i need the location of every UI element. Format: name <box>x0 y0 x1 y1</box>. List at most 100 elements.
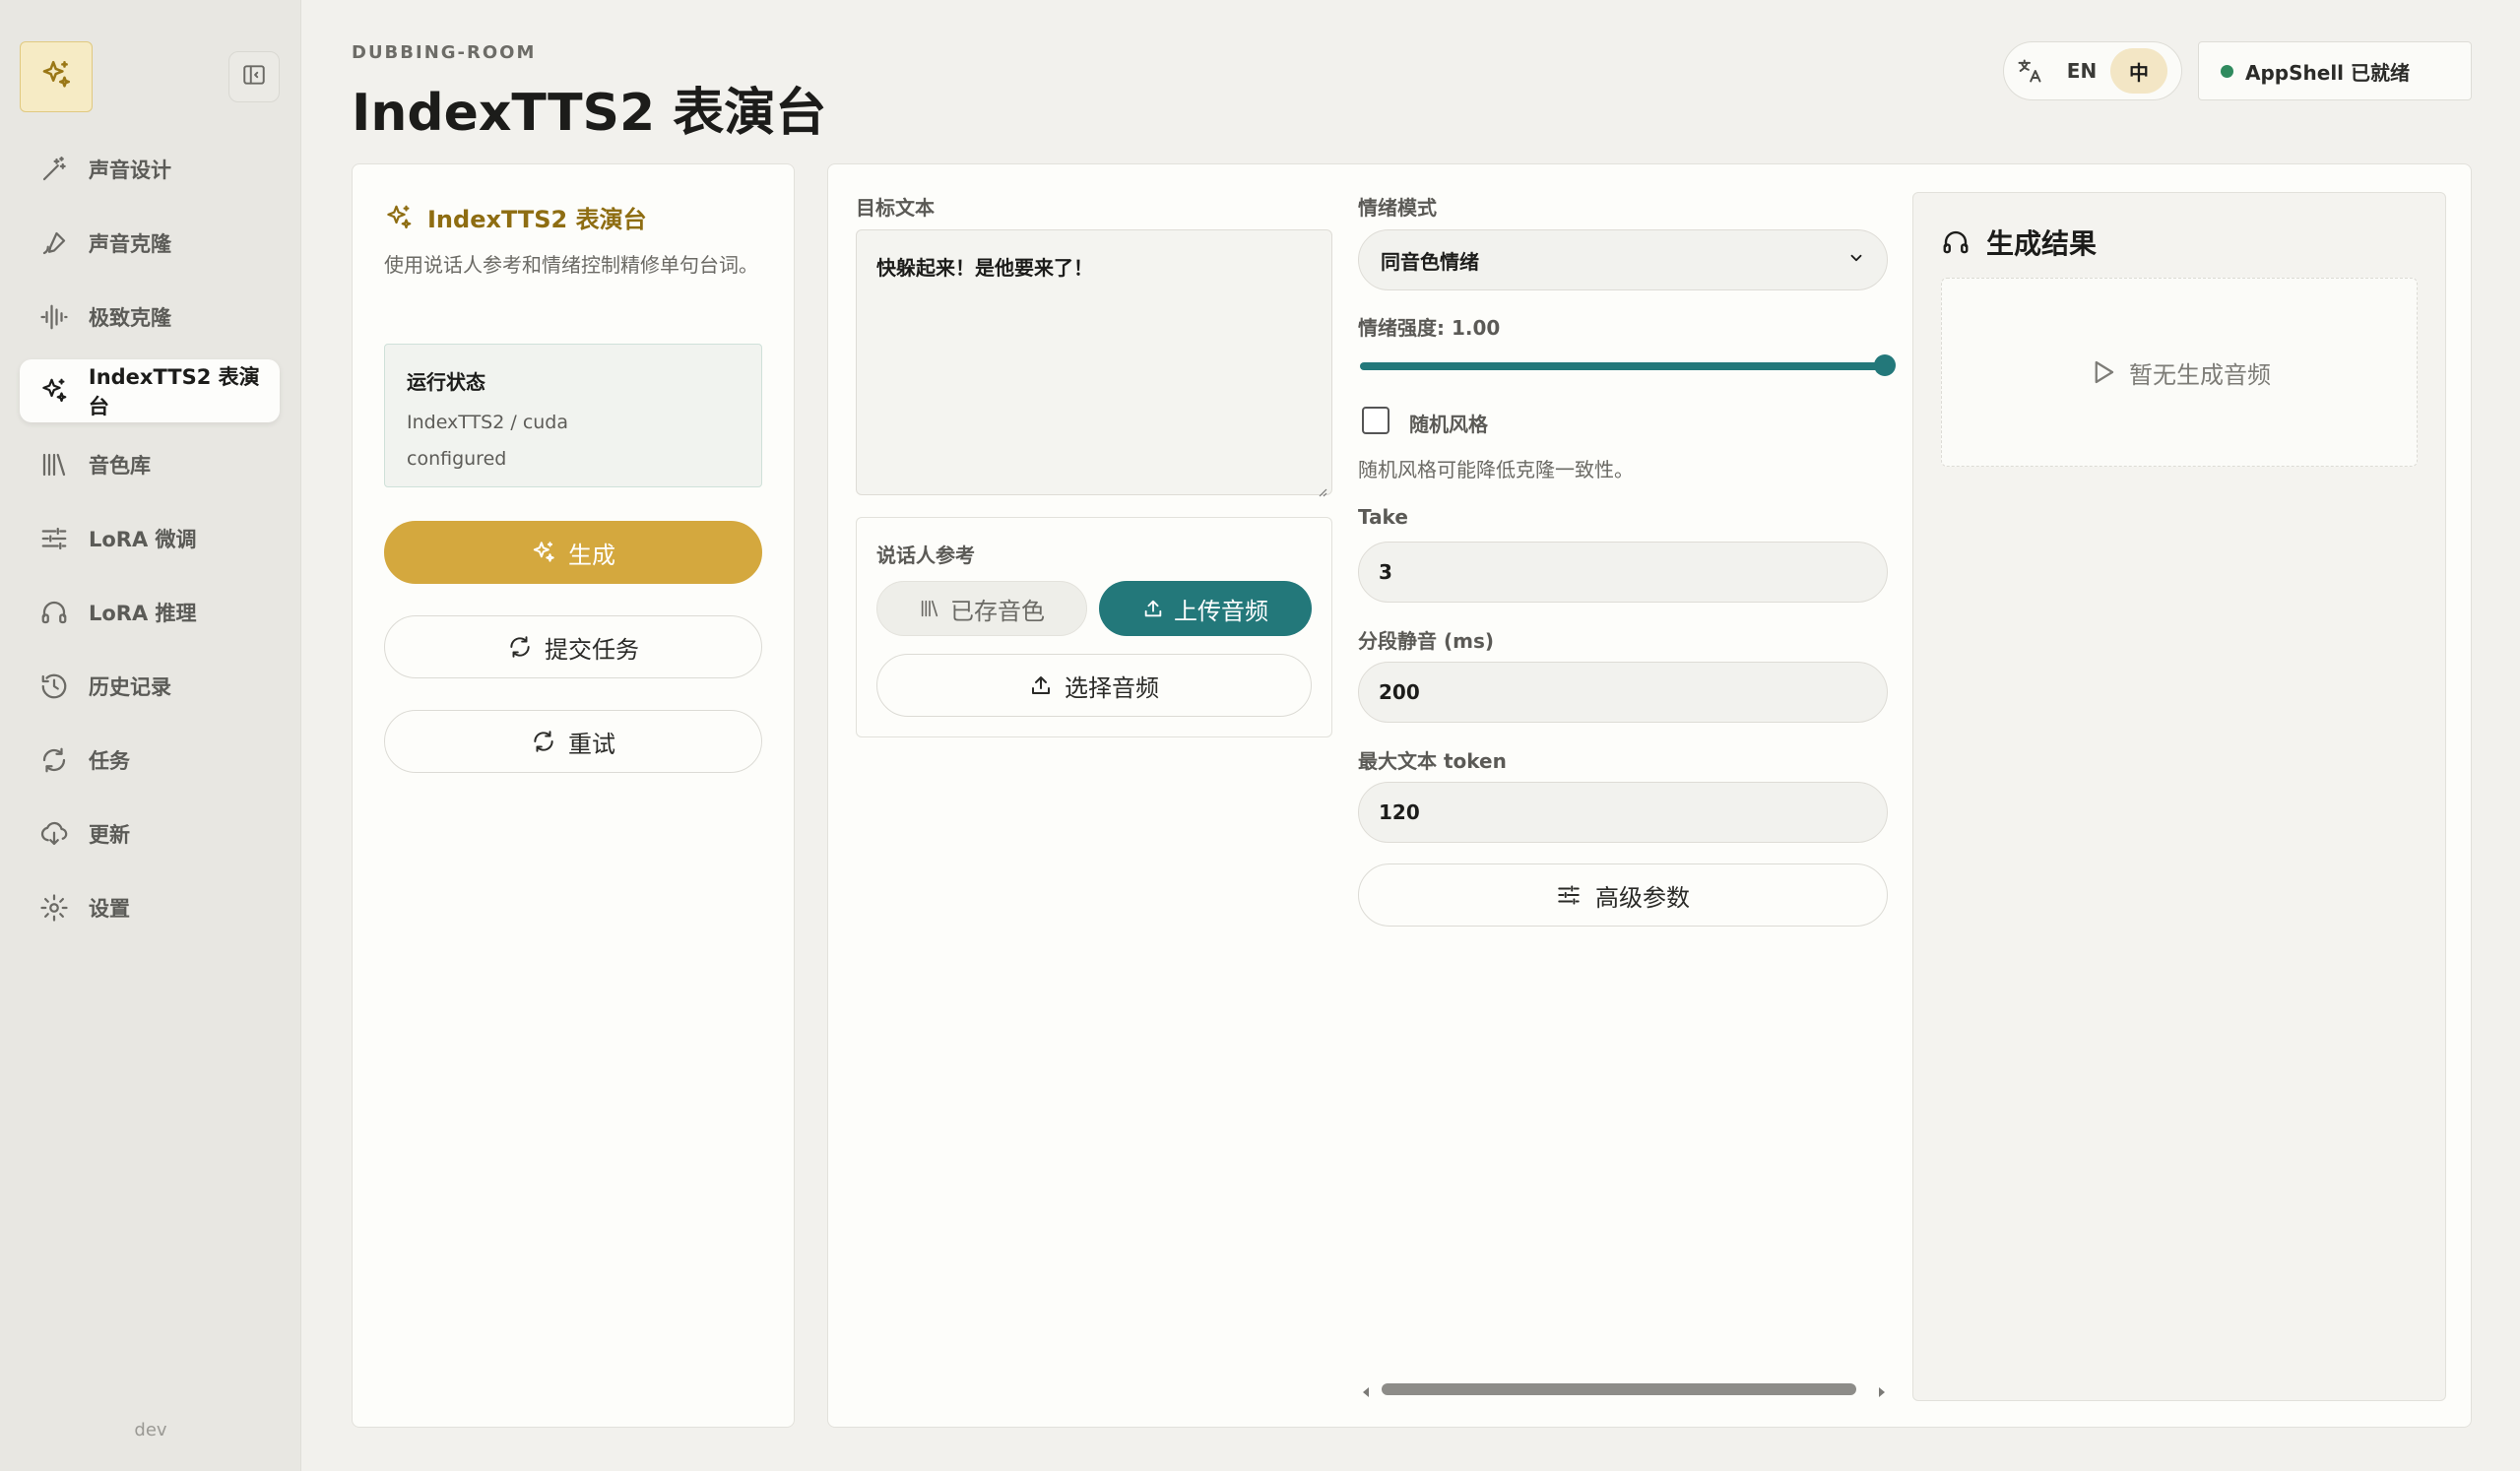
saved-voice-label: 已存音色 <box>950 597 1045 625</box>
emotion-strength-label: 情绪强度: 1.00 <box>1358 316 1501 340</box>
runtime-engine: IndexTTS2 / cuda <box>407 412 569 433</box>
sidebar-item-label: 极致克隆 <box>89 306 171 330</box>
refresh-icon <box>507 634 533 660</box>
sidebar-collapse-button[interactable] <box>228 51 280 102</box>
target-text-input[interactable]: 快躲起来！是他要来了！ <box>856 229 1332 497</box>
library-icon <box>37 448 71 481</box>
advanced-params-label: 高级参数 <box>1595 883 1690 912</box>
sidebar-item-label: LoRA 微调 <box>89 528 197 551</box>
scrollbar-thumb[interactable] <box>1382 1383 1856 1395</box>
segment-silence-input[interactable]: 200 <box>1358 662 1888 723</box>
headphones-icon <box>37 596 71 629</box>
emotion-strength-slider[interactable] <box>1360 362 1884 370</box>
headphones-icon <box>1941 227 1971 257</box>
retry-label: 重试 <box>568 730 615 758</box>
build-label: dev <box>134 1420 167 1440</box>
sidebar-item-settings[interactable]: 设置 <box>20 876 280 939</box>
cloud-download-icon <box>37 817 71 851</box>
max-token-value: 120 <box>1379 800 1420 824</box>
sparkles-icon <box>384 203 414 232</box>
runtime-status-box: 运行状态 IndexTTS2 / cuda configured <box>384 344 762 487</box>
sidebar-item-voice-design[interactable]: 声音设计 <box>20 138 280 201</box>
upload-icon <box>1029 673 1053 697</box>
horizontal-scrollbar[interactable] <box>1360 1379 1888 1399</box>
sidebar-item-voice-clone[interactable]: 声音克隆 <box>20 212 280 275</box>
sidebar-item-tasks[interactable]: 任务 <box>20 729 280 792</box>
refresh-icon <box>37 743 71 777</box>
retry-button[interactable]: 重试 <box>384 710 762 773</box>
emotion-mode-select[interactable]: 同音色情绪 <box>1358 229 1888 290</box>
page-title: IndexTTS2 表演台 <box>352 84 827 143</box>
performance-control-card: IndexTTS2 表演台 使用说话人参考和情绪控制精修单句台词。 运行状态 I… <box>352 163 795 1428</box>
target-text-label: 目标文本 <box>856 196 935 220</box>
language-switch: EN 中 <box>2003 41 2182 100</box>
select-audio-button[interactable]: 选择音频 <box>876 654 1312 717</box>
lang-option-zh[interactable]: 中 <box>2110 48 2167 94</box>
generate-button[interactable]: 生成 <box>384 521 762 584</box>
advanced-params-button[interactable]: 高级参数 <box>1358 863 1888 927</box>
scroll-left-icon[interactable] <box>1360 1383 1372 1402</box>
random-style-hint: 随机风格可能降低克隆一致性。 <box>1358 458 1634 481</box>
brush-icon <box>37 226 71 260</box>
status-dot-icon <box>2221 64 2233 78</box>
history-icon <box>37 670 71 703</box>
take-input[interactable]: 3 <box>1358 542 1888 603</box>
scroll-right-icon[interactable] <box>1876 1383 1888 1402</box>
panel-collapse-icon <box>241 62 267 92</box>
sliders-icon <box>1556 882 1582 908</box>
upload-icon <box>1142 598 1164 619</box>
sidebar-item-label: 更新 <box>89 823 130 847</box>
max-token-input[interactable]: 120 <box>1358 782 1888 843</box>
runtime-status-title: 运行状态 <box>407 370 485 394</box>
sparkles-icon <box>39 58 73 96</box>
lang-option-en[interactable]: EN <box>2053 48 2110 94</box>
sliders-icon <box>37 522 71 555</box>
card-title: IndexTTS2 表演台 <box>384 200 647 234</box>
sidebar-item-label: 设置 <box>89 897 130 921</box>
sidebar-item-updates[interactable]: 更新 <box>20 802 280 865</box>
runtime-config-state: configured <box>407 448 507 470</box>
emotion-mode-label: 情绪模式 <box>1358 196 1437 220</box>
sidebar-item-label: 声音设计 <box>89 159 171 182</box>
segment-silence-value: 200 <box>1379 680 1420 704</box>
appshell-status: AppShell 已就绪 <box>2198 41 2472 100</box>
random-style-checkbox[interactable] <box>1362 407 1389 434</box>
main-form-card: 目标文本 快躲起来！是他要来了！ 说话人参考 已存音色 上传音频 选择音频 情绪… <box>827 163 2472 1428</box>
sidebar-item-history[interactable]: 历史记录 <box>20 655 280 718</box>
take-value: 3 <box>1379 560 1392 584</box>
resize-grip-icon[interactable] <box>1316 479 1327 497</box>
sidebar-item-ultimate-clone[interactable]: 极致克隆 <box>20 286 280 349</box>
take-label: Take <box>1358 505 1408 529</box>
app-logo[interactable] <box>20 41 93 112</box>
speaker-reference-label: 说话人参考 <box>876 544 975 567</box>
sidebar-item-label: IndexTTS2 表演台 <box>88 365 260 418</box>
submit-task-button[interactable]: 提交任务 <box>384 615 762 678</box>
empty-result-text: 暂无生成音频 <box>2129 360 2271 389</box>
max-token-label: 最大文本 token <box>1358 749 1507 773</box>
card-title-text: IndexTTS2 表演台 <box>427 206 647 233</box>
emotion-strength-slider-handle[interactable] <box>1874 354 1896 376</box>
sidebar-item-label: 音色库 <box>89 454 151 478</box>
select-audio-label: 选择音频 <box>1065 673 1159 702</box>
gear-icon <box>37 891 71 925</box>
result-title: 生成结果 <box>1941 223 2097 262</box>
sidebar-item-lora-inference[interactable]: LoRA 推理 <box>20 581 280 644</box>
sidebar-item-indextts2[interactable]: IndexTTS2 表演台 <box>20 359 280 422</box>
chevron-down-icon <box>1847 248 1865 272</box>
sidebar-item-lora-finetune[interactable]: LoRA 微调 <box>20 507 280 570</box>
random-style-label: 随机风格 <box>1409 413 1488 436</box>
sidebar-nav: 声音设计 声音克隆 极致克隆 IndexTTS2 表演台 音色库 LoRA 微调… <box>20 138 280 950</box>
refresh-icon <box>531 729 556 754</box>
library-icon <box>919 598 940 619</box>
sidebar-item-voice-library[interactable]: 音色库 <box>20 433 280 496</box>
empty-result-placeholder: 暂无生成音频 <box>1941 278 2418 467</box>
sparkles-icon <box>531 540 556 565</box>
segment-silence-label: 分段静音 (ms) <box>1358 629 1494 653</box>
waveform-icon <box>37 300 71 334</box>
sidebar-item-label: 任务 <box>89 749 130 773</box>
submit-task-label: 提交任务 <box>545 635 639 664</box>
sidebar-item-label: LoRA 推理 <box>89 602 197 625</box>
wand-icon <box>37 153 71 186</box>
upload-audio-tab[interactable]: 上传音频 <box>1099 581 1312 636</box>
saved-voice-tab[interactable]: 已存音色 <box>876 581 1087 636</box>
